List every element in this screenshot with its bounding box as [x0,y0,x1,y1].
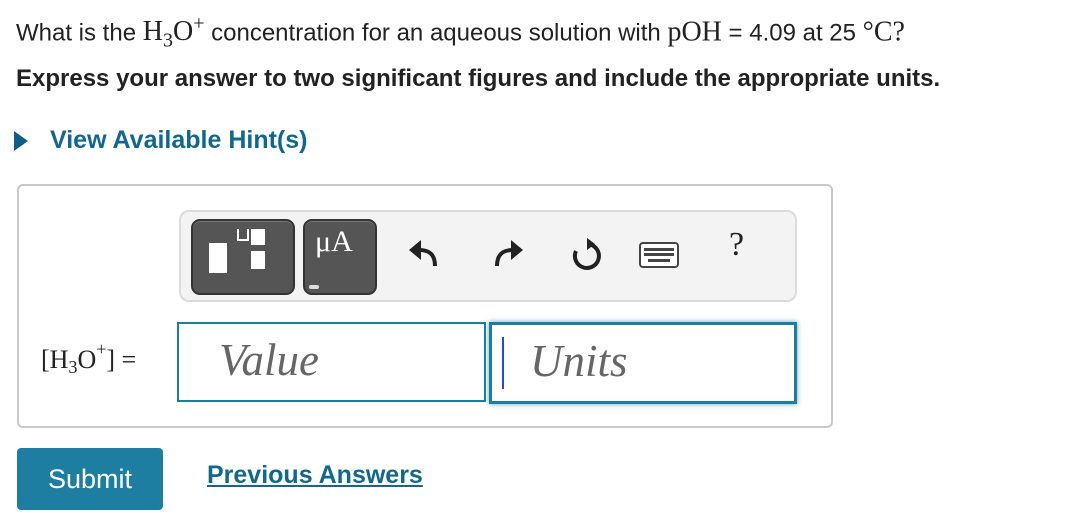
formula-o: O [172,16,194,48]
previous-answers-link[interactable]: Previous Answers [207,461,423,490]
units-corner [309,285,319,289]
question-part: = 4.09 at 25 [721,19,863,47]
keyboard-icon[interactable] [639,242,679,268]
units-icon: μA [315,225,353,258]
label-sup: + [96,339,107,359]
view-hints-link[interactable]: View Available Hint(s) [14,126,307,155]
value-placeholder: Value [219,335,319,385]
question-part: concentration for an aqueous solution wi… [204,19,668,47]
caret-right-icon [14,130,28,151]
question-mark: ? [892,16,905,48]
answer-box: μA ? [H3O+] = Value Units [17,184,833,428]
formula-h: H [142,16,163,48]
value-input[interactable]: Value [177,322,486,402]
label-part: O [77,345,97,374]
templates-icon-part [251,229,265,245]
question-text: What is the H3O+ concentration for an aq… [16,4,905,61]
view-hints-label: View Available Hint(s) [50,126,308,154]
text-caret [502,337,504,389]
math-toolbar: μA ? [179,210,797,302]
help-icon[interactable]: ? [729,226,744,264]
formula-sub: 3 [162,29,173,52]
submit-button[interactable]: Submit [17,448,163,510]
redo-icon[interactable] [491,238,525,272]
templates-icon [209,243,227,273]
units-button[interactable]: μA [303,219,377,295]
formula-poh: pOH [667,16,722,48]
templates-icon-part [251,251,265,269]
templates-button[interactable] [191,219,295,295]
templates-icon-part [237,229,249,241]
undo-icon[interactable] [407,238,441,272]
answer-label: [H3O+] = [41,339,136,378]
degree-unit: °C [862,16,893,48]
units-input[interactable]: Units [489,322,797,404]
units-placeholder: Units [530,336,628,386]
formula-charge: + [193,13,205,35]
reset-icon[interactable] [569,238,605,274]
formula-h3o: H3O+ [142,13,205,52]
label-part: ] = [106,345,137,374]
label-part: [H [41,345,69,374]
question-part: What is the [16,19,143,47]
instruction-text: Express your answer to two significant f… [16,65,941,92]
